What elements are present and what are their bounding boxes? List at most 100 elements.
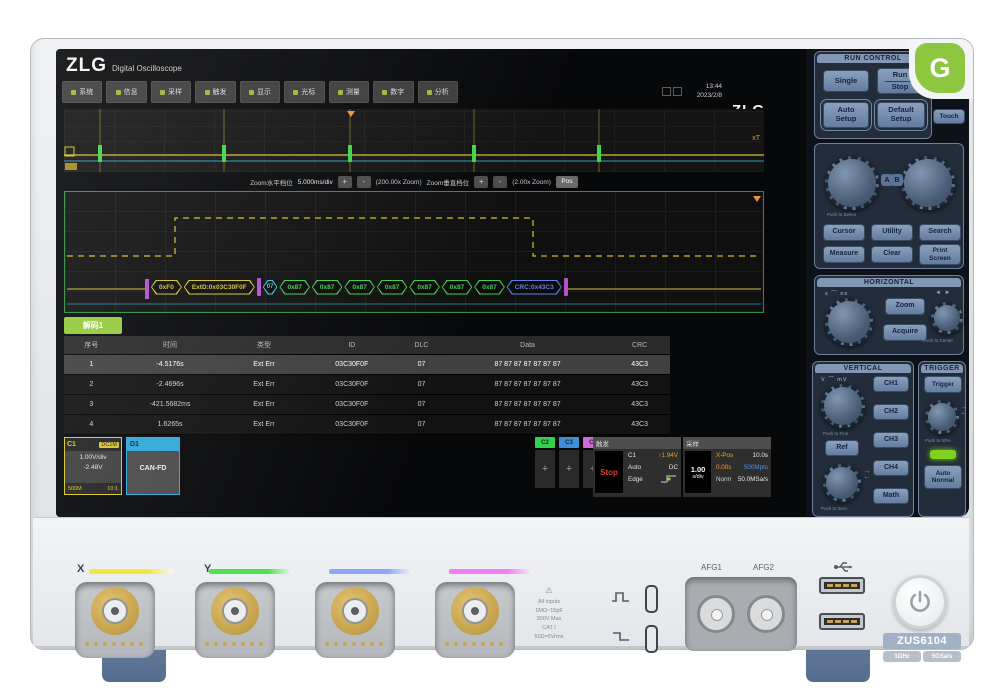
afg1-label: AFG1	[701, 563, 722, 572]
decode-frame-separator	[564, 278, 568, 296]
mini-channel-label: C3	[559, 437, 579, 448]
touch-button[interactable]: Touch	[933, 109, 965, 124]
decode-table-cell: 1.6265s	[119, 421, 222, 428]
menu-item-8[interactable]: 数字	[373, 81, 413, 103]
channel-button-ch2[interactable]: CH2	[873, 404, 909, 420]
trigger-level-knob[interactable]	[925, 400, 959, 434]
trigger-section: TRIGGER Trigger ↑↓ Push to 50% AutoNorma…	[918, 361, 966, 517]
decode-field-bubble[interactable]: 0x87	[344, 280, 374, 295]
acquire-status-box[interactable]: 采样 1.00 s/div X-Pos10.0s0.00s500MptsNorm…	[683, 437, 771, 497]
digital1-status-box[interactable]: D1 CAN-FD	[126, 437, 180, 495]
zoom-button[interactable]: Zoom	[885, 298, 925, 315]
zoom-trigger-marker	[753, 196, 761, 202]
auto-normal-button[interactable]: AutoNormal	[924, 465, 962, 489]
warning-icon: ⚠	[517, 585, 581, 598]
menu-bar: 系统信息 采样 触发显示光标测量数字分析	[62, 81, 458, 103]
trigger-status-box[interactable]: 触发 Stop C1↑1.94VAutoDCEdge	[593, 437, 681, 497]
ch1-offset: -2.48V	[65, 463, 121, 473]
channel1-status-box[interactable]: C1 DC1M 1.00V/div -2.48V 500M 10:1	[64, 437, 122, 495]
protocol-decode-row[interactable]: 0xF0ExtD:0x03C30F0F070x870x870x870x870x8…	[151, 278, 568, 296]
zoom-h-minus-button[interactable]: -	[357, 176, 371, 188]
mini-channel-plus[interactable]: +	[535, 450, 555, 488]
knob-a[interactable]	[825, 156, 879, 210]
decode-table-row[interactable]: 3-421.5682msExt Err03C30F0F0787 87 87 87…	[64, 395, 670, 415]
decode-field-bubble[interactable]: 0xF0	[151, 280, 182, 295]
power-button[interactable]	[893, 575, 947, 629]
mini-channel-plus[interactable]: +	[559, 450, 579, 488]
decode-table-row[interactable]: 2-2.4696sExt Err03C30F0F0787 87 87 87 87…	[64, 375, 670, 395]
menu-item-label: 采样	[168, 87, 182, 97]
ref-button[interactable]: Ref	[825, 440, 859, 456]
zoom-v-plus-button[interactable]: +	[474, 176, 488, 188]
waveform-overview[interactable]: xT	[64, 109, 764, 172]
decode-table-header-cell: ID	[306, 342, 397, 349]
decode-table-cell: 87 87 87 87 87 87 87	[446, 381, 610, 388]
acquire-info-row: Norm50.0MSa/s	[713, 473, 771, 485]
decode-field-bubble[interactable]: 0x87	[474, 280, 504, 295]
decode-table[interactable]: 序号时间类型IDDLCDataCRC1-4.5176sExt Err03C30F…	[64, 336, 670, 435]
acquire-button[interactable]: Acquire	[883, 324, 927, 341]
auto-setup-button[interactable]: AutoSetup	[823, 102, 869, 128]
decoder-tab[interactable]: 解码1	[64, 317, 122, 334]
decode-field-bubble[interactable]: 0x87	[279, 280, 309, 295]
utility-button[interactable]: Utility	[871, 224, 913, 241]
decode-table-row[interactable]: 41.6265sExt Err03C30F0F0787 87 87 87 87 …	[64, 415, 670, 435]
print-screen-button[interactable]: PrintScreen	[919, 244, 961, 265]
decode-field-bubble[interactable]: ExtD:0x03C30F0F	[184, 280, 255, 295]
zoom-window[interactable]: 0xF0ExtD:0x03C30F0F070x870x870x870x870x8…	[64, 191, 764, 313]
acquire-status-title: 采样	[683, 437, 771, 449]
zoom-h-plus-button[interactable]: +	[338, 176, 352, 188]
menu-item-3[interactable]: 采样	[151, 81, 191, 103]
menu-item-1[interactable]: 系统	[62, 81, 102, 103]
zoom-pos-button[interactable]: Pos	[556, 176, 578, 188]
channel-button-math[interactable]: Math	[873, 488, 909, 504]
decode-field-bubble[interactable]: 0x87	[312, 280, 342, 295]
menu-item-9[interactable]: 分析	[418, 81, 458, 103]
menu-item-2[interactable]: 信息	[106, 81, 146, 103]
menu-item-5[interactable]: 显示	[240, 81, 280, 103]
decode-field-bubble[interactable]: 0x87	[377, 280, 407, 295]
vertical-position-knob[interactable]	[823, 464, 861, 502]
knob-b[interactable]	[901, 156, 955, 210]
decode-field-bubble[interactable]: 0x87	[442, 280, 472, 295]
menu-item-4[interactable]: 触发	[195, 81, 235, 103]
cursor-button[interactable]: Cursor	[823, 224, 865, 241]
channel-button-ch3[interactable]: CH3	[873, 432, 909, 448]
menu-item-6[interactable]: 光标	[284, 81, 324, 103]
search-button[interactable]: Search	[919, 224, 961, 241]
lcd-screen[interactable]: ZLG Digital Oscilloscope 13:44 2023/2/8 …	[56, 49, 806, 517]
channel-button-ch4[interactable]: CH4	[873, 460, 909, 476]
default-setup-button[interactable]: DefaultSetup	[877, 102, 925, 128]
acquire-info-key: Norm	[716, 476, 731, 483]
acquire-info-value: 10.0s	[753, 452, 768, 459]
usb-icon	[833, 561, 853, 572]
acquire-info-row: 0.00s500Mpts	[713, 461, 771, 473]
volt-scale-knob[interactable]	[821, 384, 865, 428]
mini-channel-c3[interactable]: C3 +	[559, 437, 579, 488]
menu-icon	[382, 90, 387, 95]
single-button[interactable]: Single	[823, 70, 869, 92]
clear-button[interactable]: Clear	[871, 246, 913, 263]
decode-field-bubble[interactable]: 0x87	[409, 280, 439, 295]
channel-button-ch1[interactable]: CH1	[873, 376, 909, 392]
decode-table-cell: -421.5682ms	[119, 401, 222, 408]
menu-item-7[interactable]: 测量	[329, 81, 369, 103]
decode-table-row[interactable]: 1-4.5176sExt Err03C30F0F0787 87 87 87 87…	[64, 355, 670, 375]
trigger-button[interactable]: Trigger	[924, 376, 962, 393]
timebase-knob[interactable]	[825, 298, 873, 346]
knob-b-label: B	[891, 174, 903, 186]
zoom-v-minus-button[interactable]: -	[493, 176, 507, 188]
measure-button[interactable]: Measure	[823, 246, 865, 263]
ground-edge-icon	[611, 631, 631, 643]
decode-field-bubble[interactable]: 07	[263, 280, 278, 295]
horizontal-position-knob[interactable]	[931, 302, 963, 334]
decode-table-header-cell: Data	[446, 342, 610, 349]
menu-icon	[205, 90, 210, 95]
clock-date: 2023/2/8	[678, 91, 722, 100]
decode-field-bubble[interactable]: CRC:0x43C3	[507, 280, 562, 295]
decode-table-cell: 43C3	[609, 401, 670, 408]
mini-channel-c2[interactable]: C2+	[535, 437, 555, 488]
trigger-info-key: C1	[628, 452, 636, 459]
acquire-info-row: X-Pos10.0s	[713, 449, 771, 461]
hpos-arrows-icon: ◄ ►	[935, 290, 952, 296]
